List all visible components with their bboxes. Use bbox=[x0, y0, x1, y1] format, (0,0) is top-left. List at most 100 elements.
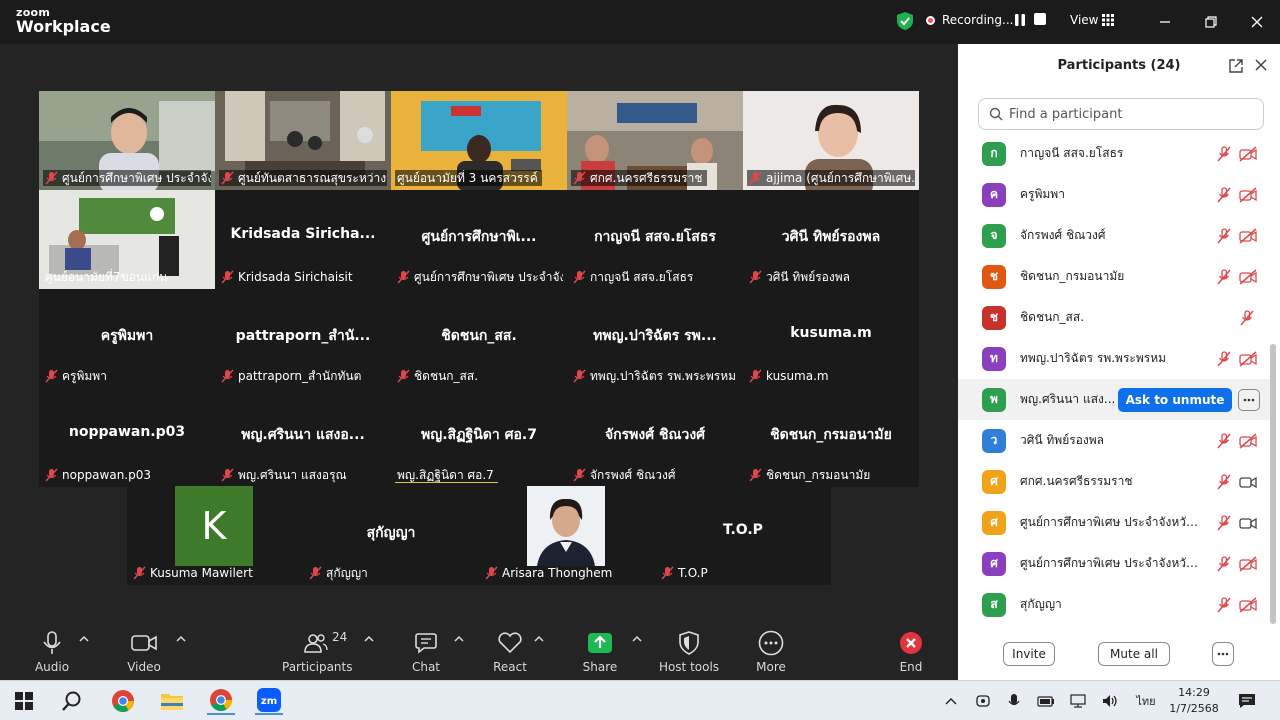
audio-button[interactable]: Audio bbox=[30, 628, 74, 678]
video-off-icon[interactable] bbox=[1239, 596, 1257, 613]
participant-row[interactable]: ก กาญจนี สสจ.ยโสธร bbox=[958, 133, 1270, 174]
mic-muted-icon[interactable] bbox=[1216, 268, 1232, 285]
ask-to-unmute-button[interactable]: Ask to unmute bbox=[1118, 387, 1232, 412]
restore-icon[interactable] bbox=[1199, 10, 1223, 34]
name-tile[interactable]: ชิดชนก_กรมอนามัย ชิดชนก_กรมอนามัย bbox=[743, 388, 919, 487]
participant-row[interactable]: ศ ศูนย์การศึกษาพิเศษ ประจำจังหวัดกา... bbox=[958, 502, 1270, 543]
react-button[interactable]: React bbox=[490, 628, 530, 678]
video-tile[interactable]: ศกศ.นครศรีธรรมราช bbox=[567, 91, 743, 190]
video-tile[interactable]: ศูนย์อนามัยที่7ขอนแก่น bbox=[39, 190, 215, 289]
host-tools-button[interactable]: Host tools bbox=[656, 628, 722, 678]
windows-start-icon[interactable] bbox=[10, 687, 38, 715]
name-tile[interactable]: ชิดชนก_สส. ชิดชนก_สส. bbox=[391, 289, 567, 388]
chevron-up-icon[interactable] bbox=[454, 634, 464, 644]
minimize-icon[interactable] bbox=[1153, 10, 1177, 34]
participant-row[interactable]: ช ชิดชนก_กรมอนามัย bbox=[958, 256, 1270, 297]
meet-now-icon[interactable] bbox=[973, 691, 993, 711]
mic-muted-icon[interactable] bbox=[1216, 186, 1232, 203]
search-input[interactable] bbox=[1009, 106, 1249, 122]
video-off-icon[interactable] bbox=[1239, 432, 1257, 449]
mic-muted-icon[interactable] bbox=[1216, 145, 1232, 162]
mic-muted-icon[interactable] bbox=[1216, 596, 1232, 613]
pop-out-icon[interactable] bbox=[1228, 58, 1244, 74]
name-tile[interactable]: พญ.ศรินนา แสงอ... พญ.ศรินนา แสงอรุณ bbox=[215, 388, 391, 487]
chrome-icon[interactable] bbox=[109, 687, 137, 715]
microphone-in-use-icon[interactable] bbox=[1004, 691, 1024, 711]
zoom-app-icon[interactable]: zm bbox=[255, 687, 283, 715]
name-tile[interactable]: ครูพิมพา ครูพิมพา bbox=[39, 289, 215, 388]
close-window-icon[interactable] bbox=[1245, 10, 1269, 34]
name-tile[interactable]: noppawan.p03 noppawan.p03 bbox=[39, 388, 215, 487]
video-off-icon[interactable] bbox=[1239, 268, 1257, 285]
participant-row[interactable]: ค ครูพิมพา bbox=[958, 174, 1270, 215]
search-icon[interactable] bbox=[58, 687, 86, 715]
chevron-up-icon[interactable] bbox=[632, 634, 642, 644]
view-button[interactable]: View bbox=[1070, 13, 1098, 27]
participant-row[interactable]: พ พญ.ศรินนา แสง... Ask to unmute bbox=[958, 379, 1270, 420]
battery-icon[interactable] bbox=[1036, 691, 1056, 711]
avatar-tile[interactable]: K Kusuma Mawilert bbox=[127, 486, 303, 585]
panel-more-button[interactable] bbox=[1212, 642, 1234, 666]
end-meeting-button[interactable]: End bbox=[890, 628, 932, 678]
video-on-icon[interactable] bbox=[1239, 515, 1257, 531]
video-off-icon[interactable] bbox=[1239, 145, 1257, 162]
input-language[interactable]: ไทย bbox=[1134, 691, 1158, 711]
name-tile[interactable]: กาญจนี สสจ.ยโสธร กาญจนี สสจ.ยโสธร bbox=[567, 190, 743, 289]
avatar-tile[interactable]: Arisara Thonghem bbox=[479, 486, 655, 585]
video-tile[interactable]: ajjima (ศูนย์การศึกษาพิเศษ... bbox=[743, 91, 919, 190]
participant-row[interactable]: ส สุกัญญา bbox=[958, 584, 1270, 625]
close-panel-icon[interactable] bbox=[1254, 58, 1268, 72]
notifications-icon[interactable] bbox=[1237, 691, 1257, 711]
video-tile-active-speaker[interactable]: ศูนย์ทันตสาธารณสุขระหว่างประเทศ... bbox=[215, 91, 391, 190]
name-tile[interactable]: Kridsada Siricha... Kridsada Sirichaisit bbox=[215, 190, 391, 289]
participant-row[interactable]: ว วศินี ทิพย์รองพล bbox=[958, 420, 1270, 461]
mic-muted-icon[interactable] bbox=[1216, 227, 1232, 244]
network-icon[interactable] bbox=[1068, 691, 1088, 711]
video-on-icon[interactable] bbox=[1239, 474, 1257, 490]
participant-list-scrollbar[interactable] bbox=[1270, 344, 1276, 624]
file-explorer-icon[interactable] bbox=[158, 687, 186, 715]
security-shield-icon[interactable] bbox=[896, 11, 914, 31]
volume-icon[interactable] bbox=[1100, 691, 1120, 711]
name-tile[interactable]: ทพญ.ปาริฉัตร รพ... ทพญ.ปาริฉัตร รพ.พระพร… bbox=[567, 289, 743, 388]
video-off-icon[interactable] bbox=[1239, 227, 1257, 244]
pause-recording-icon[interactable] bbox=[1012, 12, 1028, 28]
participant-search[interactable] bbox=[978, 98, 1264, 130]
name-tile[interactable]: จักรพงศ์ ชิณวงศ์ จักรพงศ์ ชิณวงศ์ bbox=[567, 388, 743, 487]
more-button[interactable]: More bbox=[750, 628, 792, 678]
mic-muted-icon[interactable] bbox=[1216, 514, 1232, 531]
participants-button[interactable]: 24 Participants bbox=[282, 628, 353, 678]
name-tile[interactable]: kusuma.m kusuma.m bbox=[743, 289, 919, 388]
mic-muted-icon[interactable] bbox=[1216, 350, 1232, 367]
chevron-up-icon[interactable] bbox=[534, 634, 544, 644]
mic-muted-icon[interactable] bbox=[1216, 555, 1232, 572]
participant-row[interactable]: ศ ศูนย์การศึกษาพิเศษ ประจำจังหวัดตาก bbox=[958, 543, 1270, 584]
invite-button[interactable]: Invite bbox=[1003, 642, 1055, 666]
video-tile[interactable]: ศูนย์อนามัยที่ 3 นครสวรรค์ bbox=[391, 91, 567, 190]
participant-row[interactable]: ช ชิดชนก_สส. bbox=[958, 297, 1270, 338]
grid-view-icon[interactable] bbox=[1102, 14, 1114, 26]
video-off-icon[interactable] bbox=[1239, 186, 1257, 203]
show-hidden-icons-icon[interactable] bbox=[941, 691, 961, 711]
participant-row[interactable]: จ จักรพงศ์ ชิณวงศ์ bbox=[958, 215, 1270, 256]
video-off-icon[interactable] bbox=[1239, 555, 1257, 572]
chevron-up-icon[interactable] bbox=[79, 634, 89, 644]
chevron-up-icon[interactable] bbox=[364, 634, 374, 644]
participant-more-button[interactable] bbox=[1238, 388, 1260, 411]
stop-recording-icon[interactable] bbox=[1034, 13, 1046, 25]
chat-button[interactable]: Chat bbox=[406, 628, 446, 678]
name-tile[interactable]: ศูนย์การศึกษาพิเ... ศูนย์การศึกษาพิเศษ ป… bbox=[391, 190, 567, 289]
name-tile[interactable]: สุกัญญา สุกัญญา bbox=[303, 486, 479, 585]
name-tile[interactable]: พญ.สิฏฐินิดา ศอ.7 พญ.สิฏฐินิดา ศอ.7 bbox=[391, 388, 567, 487]
mic-muted-icon[interactable] bbox=[1216, 432, 1232, 449]
chevron-up-icon[interactable] bbox=[176, 634, 186, 644]
video-tile[interactable]: ศูนย์การศึกษาพิเศษ ประจำจังหวัด... bbox=[39, 91, 215, 190]
video-off-icon[interactable] bbox=[1239, 350, 1257, 367]
video-button[interactable]: Video bbox=[122, 628, 166, 678]
participant-row[interactable]: ศ ศกศ.นครศรีธรรมราช bbox=[958, 461, 1270, 502]
participant-row[interactable]: ท ทพญ.ปาริฉัตร รพ.พระพรหม bbox=[958, 338, 1270, 379]
mute-all-button[interactable]: Mute all bbox=[1098, 642, 1170, 666]
name-tile[interactable]: วศินี ทิพย์รองพล วศินี ทิพย์รองพล bbox=[743, 190, 919, 289]
name-tile[interactable]: T.O.P T.O.P bbox=[655, 486, 831, 585]
system-clock[interactable]: 14:29 1/7/2568 bbox=[1164, 685, 1224, 717]
